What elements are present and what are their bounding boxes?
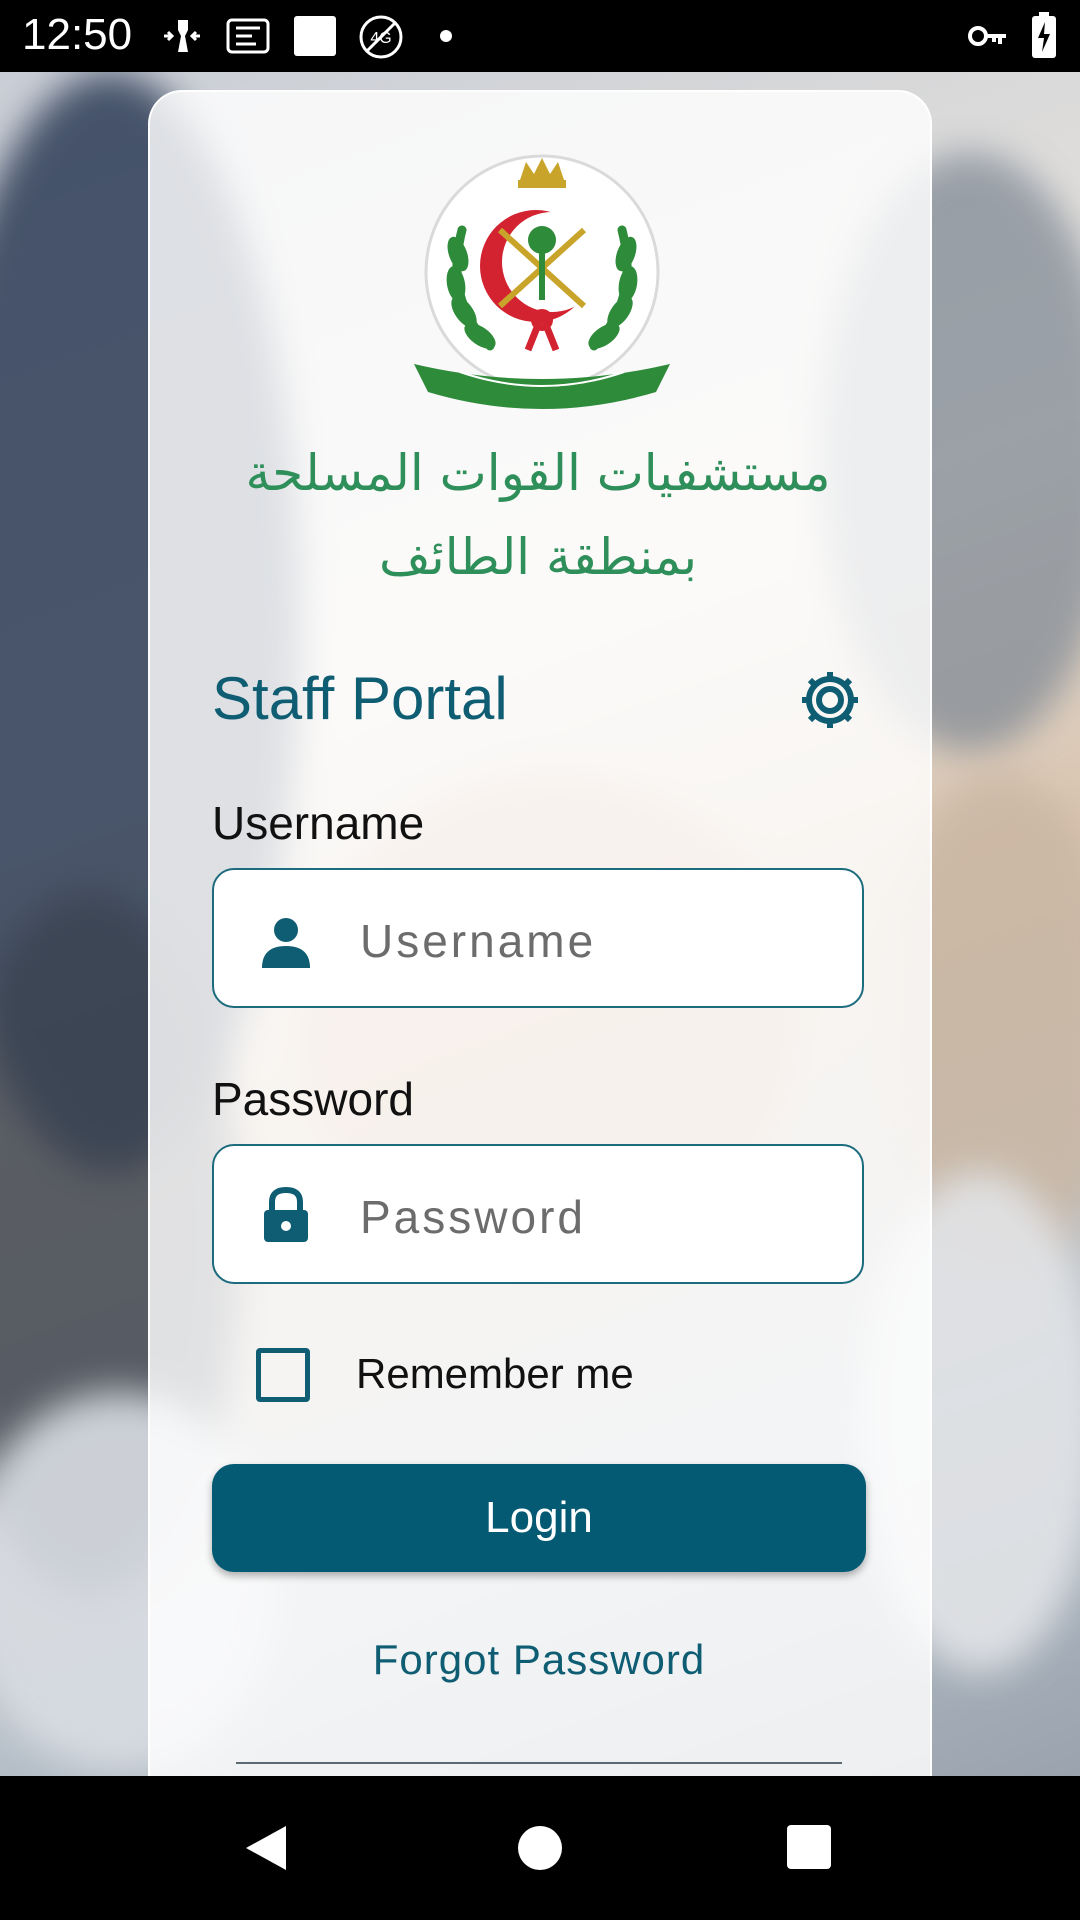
recents-icon[interactable] (786, 1824, 832, 1870)
no-signal-4g-icon: 4G (359, 15, 403, 59)
page-title: Staff Portal (212, 665, 508, 732)
gear-icon[interactable] (798, 668, 862, 732)
vpn-key-icon (968, 26, 1006, 46)
incoming-call-icon (226, 18, 270, 54)
password-label: Password (212, 1073, 414, 1125)
lock-icon (264, 1186, 308, 1242)
remember-me-checkbox[interactable] (256, 1348, 310, 1402)
forgot-password-link[interactable]: Forgot Password (212, 1636, 866, 1684)
password-input[interactable] (358, 1176, 842, 1258)
remember-me-label[interactable]: Remember me (356, 1350, 634, 1398)
username-input[interactable] (358, 900, 842, 982)
hospital-name-arabic: مستشفيات القوات المسلحة (245, 444, 831, 502)
divider (236, 1762, 842, 1764)
hospital-emblem-logo (414, 154, 670, 409)
dot-icon (440, 30, 452, 42)
navigation-bar (0, 1776, 1080, 1920)
login-button[interactable]: Login (212, 1464, 866, 1572)
back-icon[interactable] (240, 1822, 292, 1874)
home-icon[interactable] (516, 1824, 564, 1872)
status-time: 12:50 (22, 10, 133, 59)
notification-icon (294, 16, 336, 56)
person-icon (262, 918, 310, 968)
username-field[interactable] (212, 868, 864, 1008)
region-name-arabic: بمنطقة الطائف (379, 528, 697, 586)
password-field[interactable] (212, 1144, 864, 1284)
bluetooth-transfer-icon (164, 20, 200, 52)
status-bar: 12:50 4G (0, 0, 1080, 72)
username-label: Username (212, 797, 425, 849)
battery-charging-icon (1032, 12, 1056, 58)
login-button-label: Login (485, 1493, 593, 1542)
